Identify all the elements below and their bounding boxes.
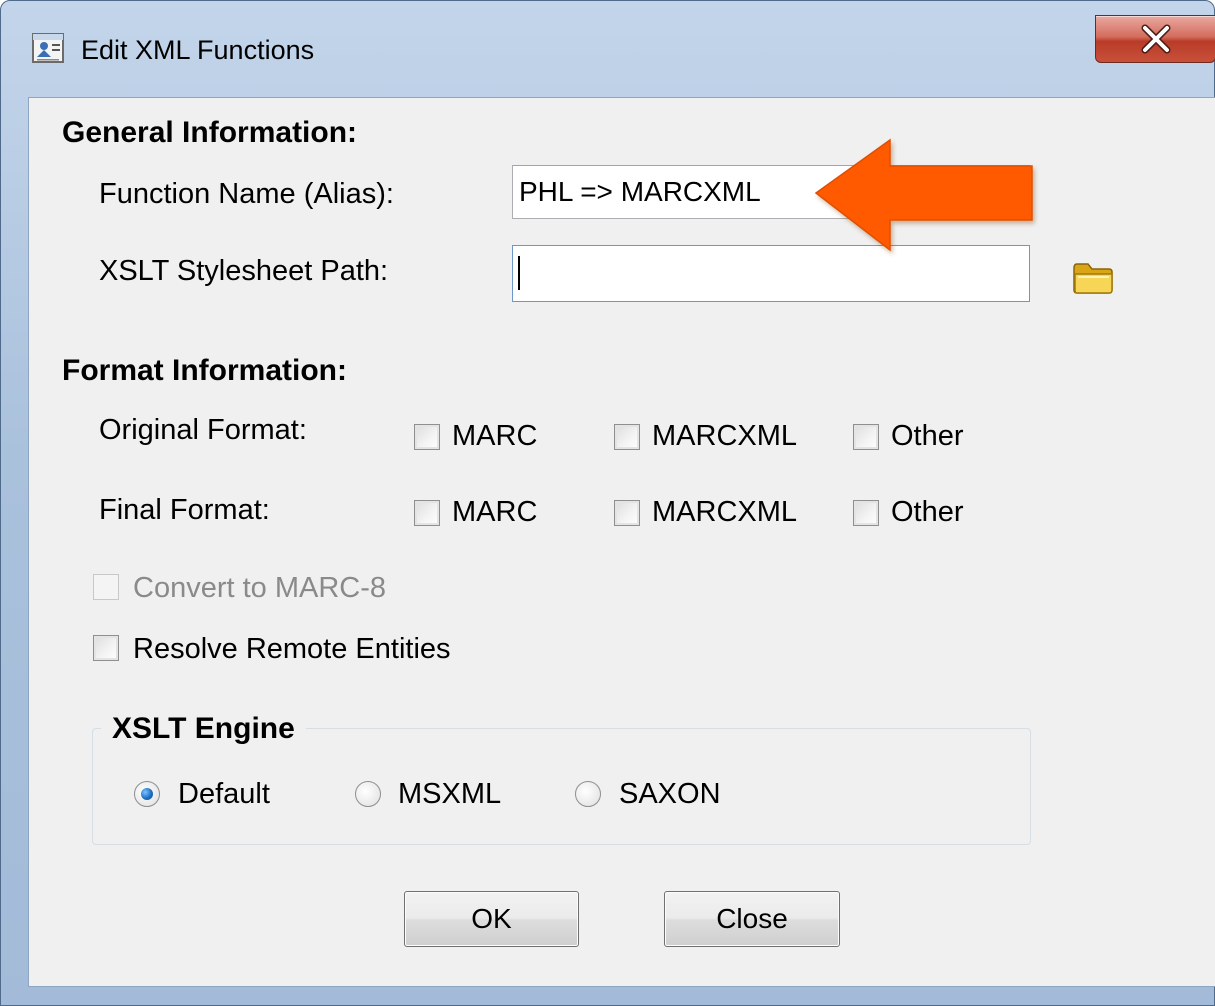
original-format-marcxml-checkbox[interactable] [614, 424, 640, 450]
convert-marc8-label: Convert to MARC-8 [133, 572, 387, 604]
function-name-label: Function Name (Alias): [99, 178, 394, 210]
engine-msxml-label: MSXML [398, 778, 502, 810]
close-button[interactable]: Close [664, 891, 840, 947]
dialog-body: General Information: Function Name (Alia… [28, 97, 1215, 987]
close-window-button[interactable] [1095, 15, 1215, 63]
window-title: Edit XML Functions [81, 35, 315, 65]
original-format-marcxml-label: MARCXML [652, 420, 798, 452]
general-information-heading: General Information: [62, 116, 358, 149]
convert-marc8-checkbox[interactable] [93, 574, 119, 600]
final-format-other-checkbox[interactable] [853, 500, 879, 526]
original-format-label: Original Format: [99, 414, 307, 446]
final-format-marcxml-label: MARCXML [652, 496, 798, 528]
xslt-engine-legend: XSLT Engine [101, 712, 306, 746]
annotation-arrow-icon [814, 138, 1033, 252]
final-format-other-label: Other [891, 496, 964, 528]
engine-default-radio[interactable] [134, 781, 160, 807]
final-format-label: Final Format: [99, 494, 270, 526]
final-format-marcxml-checkbox[interactable] [614, 500, 640, 526]
original-format-marc-label: MARC [452, 420, 538, 452]
ok-button[interactable]: OK [404, 891, 579, 947]
format-information-heading: Format Information: [62, 354, 347, 387]
engine-msxml-radio[interactable] [355, 781, 381, 807]
engine-default-label: Default [178, 778, 270, 810]
folder-icon[interactable] [1072, 260, 1116, 296]
final-format-marc-checkbox[interactable] [414, 500, 440, 526]
original-format-marc-checkbox[interactable] [414, 424, 440, 450]
resolve-remote-entities-label: Resolve Remote Entities [133, 633, 451, 665]
close-icon [1141, 24, 1171, 54]
final-format-marc-label: MARC [452, 496, 538, 528]
resolve-remote-entities-checkbox[interactable] [93, 635, 119, 661]
app-icon [32, 33, 64, 63]
edit-xml-functions-dialog: Edit XML Functions General Information: … [0, 0, 1215, 1006]
engine-saxon-radio[interactable] [575, 781, 601, 807]
xslt-stylesheet-path-label: XSLT Stylesheet Path: [99, 255, 389, 287]
original-format-other-label: Other [891, 420, 964, 452]
function-name-value: PHL => MARCXML [519, 176, 761, 207]
engine-saxon-label: SAXON [619, 778, 721, 810]
title-bar[interactable]: Edit XML Functions [1, 1, 1215, 97]
original-format-other-checkbox[interactable] [853, 424, 879, 450]
text-caret [518, 256, 520, 290]
